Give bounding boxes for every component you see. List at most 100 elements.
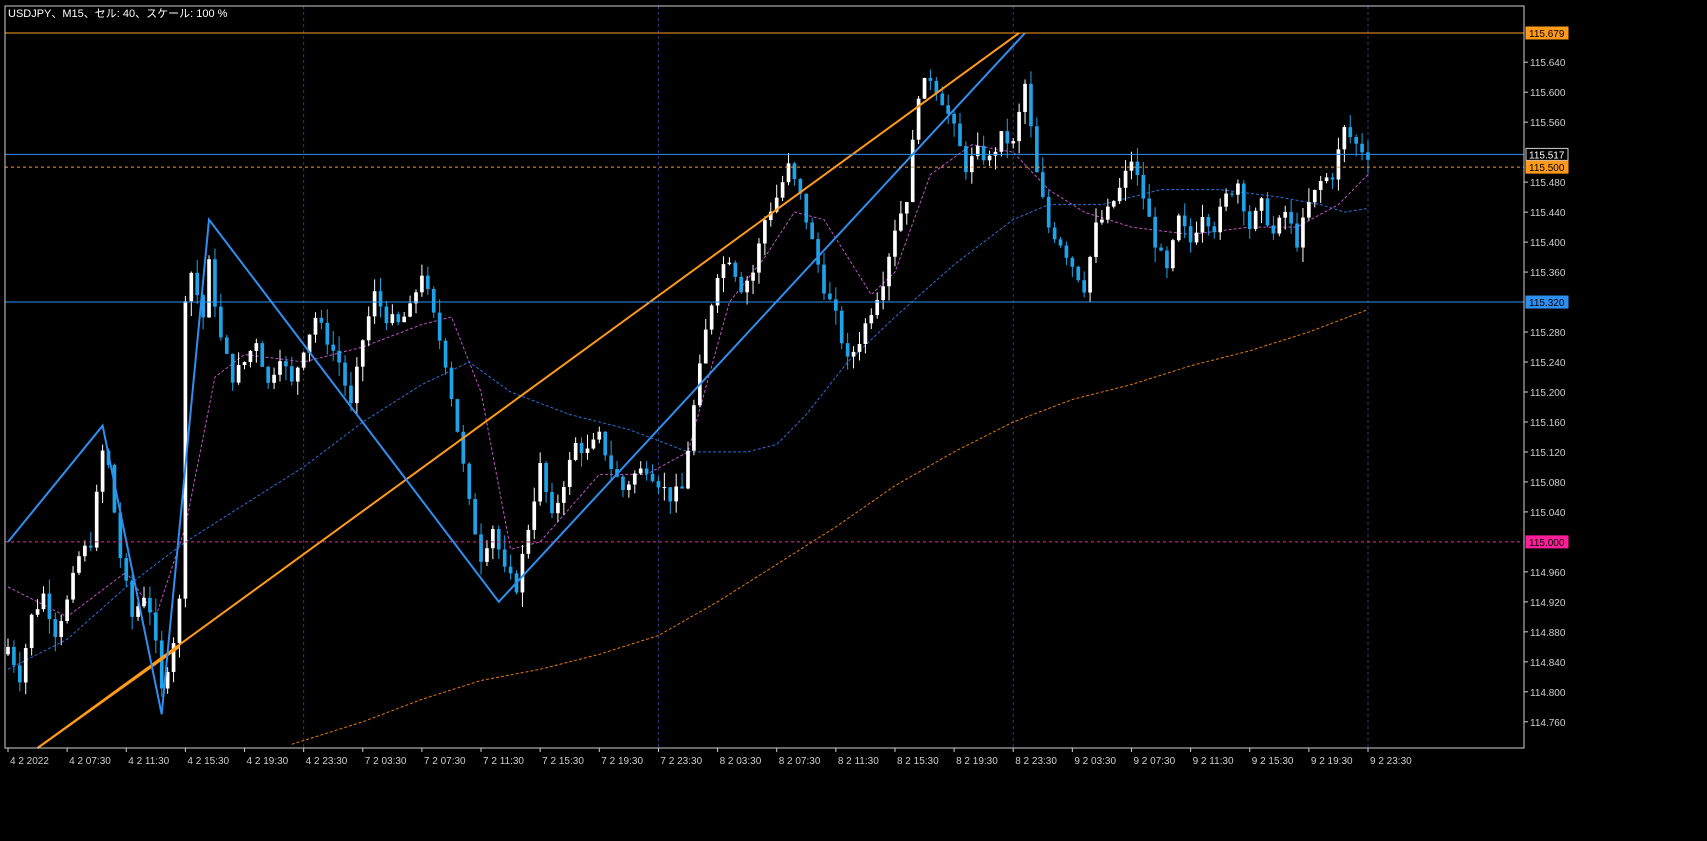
price-tick-label: 114.800	[1530, 688, 1566, 699]
price-tick-label: 115.040	[1530, 508, 1566, 519]
candle-body	[1330, 177, 1335, 180]
candle-body	[609, 455, 613, 470]
price-tick-label: 115.120	[1530, 448, 1566, 459]
candle-body	[786, 163, 791, 183]
time-tick-label: 9 2 15:30	[1252, 756, 1294, 767]
candle-body	[59, 621, 64, 637]
candle-body	[644, 468, 649, 474]
candle-body	[1165, 250, 1169, 269]
candle-body	[53, 619, 58, 637]
candle-body	[893, 230, 897, 257]
price-tag-label: 115.679	[1529, 29, 1565, 40]
candle-body	[1100, 219, 1104, 223]
candle-body	[266, 366, 271, 383]
candle-body	[1182, 215, 1187, 227]
candle-body	[1194, 232, 1199, 243]
candle-body	[544, 463, 548, 493]
candle-body	[230, 353, 235, 383]
chart-window[interactable]: 4 2 2022 4 2 07:30 4 2 11:30 4 2 15:30 4 2 1…	[0, 0, 1707, 836]
candle-body	[981, 145, 986, 161]
candle-body	[12, 646, 16, 666]
candle-body	[1035, 126, 1039, 173]
candle-body	[597, 431, 602, 440]
candle-body	[940, 93, 945, 106]
candle-body	[550, 492, 554, 514]
candle-body	[1289, 211, 1293, 224]
candle-body	[1129, 161, 1134, 171]
price-tick-label: 114.920	[1530, 598, 1566, 609]
candle-body	[479, 534, 483, 562]
candle-body	[337, 350, 341, 363]
candle-body	[922, 77, 927, 99]
candle-body	[1052, 227, 1057, 240]
candle-body	[751, 272, 755, 281]
price-tick-label: 114.960	[1530, 568, 1566, 579]
candle-body	[142, 597, 146, 607]
time-tick-label: 9 2 19:30	[1311, 756, 1353, 767]
time-tick-label: 4 2 11:30	[128, 756, 169, 767]
candle-body	[467, 463, 472, 500]
candle-body	[763, 220, 767, 244]
candle-body	[1094, 222, 1098, 257]
candle-body	[715, 278, 720, 306]
candle-body	[189, 272, 194, 302]
candle-body	[538, 463, 543, 502]
time-tick-label: 8 2 23:30	[1015, 756, 1057, 767]
candle-body	[360, 340, 365, 367]
candle-body	[41, 593, 46, 610]
candle-body	[159, 640, 164, 689]
candle-body	[1147, 198, 1152, 217]
candle-body	[1247, 211, 1252, 230]
time-tick-label: 7 2 03:30	[365, 756, 407, 767]
candle-body	[29, 614, 34, 649]
candle-body	[757, 243, 761, 273]
price-tick-label: 115.600	[1530, 88, 1566, 99]
time-tick-label: 9 2 23:30	[1370, 756, 1412, 767]
candle-body	[662, 487, 667, 489]
candle-body	[313, 317, 318, 335]
candle-body	[863, 323, 868, 344]
candle-body	[71, 572, 75, 600]
candle-body	[378, 291, 383, 307]
candle-body	[77, 556, 81, 573]
time-tick-label: 9 2 03:30	[1074, 756, 1116, 767]
candle-body	[496, 528, 501, 550]
price-chart[interactable]: 4 2 2022 4 2 07:30 4 2 11:30 4 2 15:30 4 2 1…	[0, 0, 1707, 836]
price-tick-label: 115.440	[1530, 208, 1566, 219]
candle-body	[1058, 239, 1063, 246]
candle-body	[425, 275, 430, 290]
candle-body	[248, 350, 253, 363]
candle-body	[1070, 257, 1075, 267]
price-tag-label: 115.500	[1529, 163, 1565, 174]
candle-body	[910, 139, 915, 203]
candle-body	[899, 213, 903, 231]
candle-body	[130, 580, 135, 617]
candle-body	[603, 431, 608, 456]
price-tag-label: 115.320	[1529, 298, 1565, 309]
time-tick-label: 7 2 11:30	[483, 756, 524, 767]
candle-body	[242, 362, 247, 366]
candle-body	[857, 343, 862, 352]
candle-body	[295, 367, 300, 382]
time-tick-label: 4 2 19:30	[247, 756, 289, 767]
candle-body	[987, 155, 992, 161]
price-tick-label: 115.360	[1530, 268, 1566, 279]
candle-body	[1159, 247, 1163, 251]
candle-body	[319, 317, 324, 323]
candle-body	[1265, 198, 1270, 226]
candle-body	[301, 352, 306, 368]
candle-body	[1230, 193, 1234, 195]
candle-body	[999, 131, 1004, 152]
candle-body	[739, 276, 744, 293]
candle-body	[508, 566, 513, 574]
candle-body	[1253, 210, 1258, 230]
candle-body	[1005, 131, 1010, 144]
candle-body	[35, 609, 40, 615]
candle-body	[485, 548, 489, 562]
candle-body	[733, 262, 738, 277]
candle-body	[1076, 266, 1081, 281]
candle-body	[845, 343, 850, 357]
candle-body	[153, 612, 158, 641]
candle-body	[1224, 193, 1228, 207]
price-tag-label: 115.000	[1529, 538, 1565, 549]
